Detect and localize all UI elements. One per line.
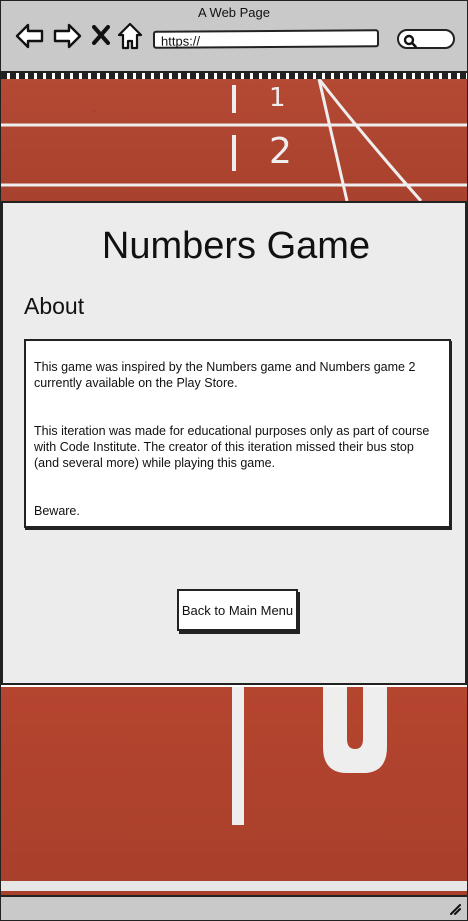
about-heading: About: [24, 293, 85, 319]
content-card: Numbers Game About This game was inspire…: [1, 201, 467, 685]
resize-handle-icon[interactable]: [449, 902, 461, 920]
search-icon: [403, 34, 417, 48]
track-image-top: 1 2: [1, 73, 467, 201]
lane-number: 2: [269, 131, 292, 172]
lane-number: 1: [269, 83, 286, 113]
page-title: Numbers Game: [101, 225, 371, 267]
forward-arrow-icon[interactable]: [52, 23, 82, 54]
back-arrow-icon[interactable]: [15, 23, 45, 54]
close-icon[interactable]: [92, 25, 110, 50]
browser-toolbar: A Web Page https://: [1, 1, 467, 73]
about-paragraph: This iteration was made for educational …: [34, 424, 430, 470]
back-to-main-menu-button[interactable]: Back to Main Menu: [177, 589, 298, 631]
about-paragraph: Beware.: [34, 504, 80, 518]
window-title: A Web Page: [197, 5, 271, 20]
browser-window: A Web Page https:// 1 2 Numbers Game Abo…: [0, 0, 468, 921]
about-text-box: This game was inspired by the Numbers ga…: [24, 339, 451, 528]
home-icon[interactable]: [117, 22, 143, 55]
track-edge-strip: [1, 73, 467, 79]
status-bar: [1, 895, 467, 920]
search-field[interactable]: [397, 29, 455, 49]
about-paragraph: This game was inspired by the Numbers ga…: [34, 360, 416, 390]
track-image-bottom: [1, 687, 467, 895]
url-input[interactable]: https://: [152, 29, 380, 49]
